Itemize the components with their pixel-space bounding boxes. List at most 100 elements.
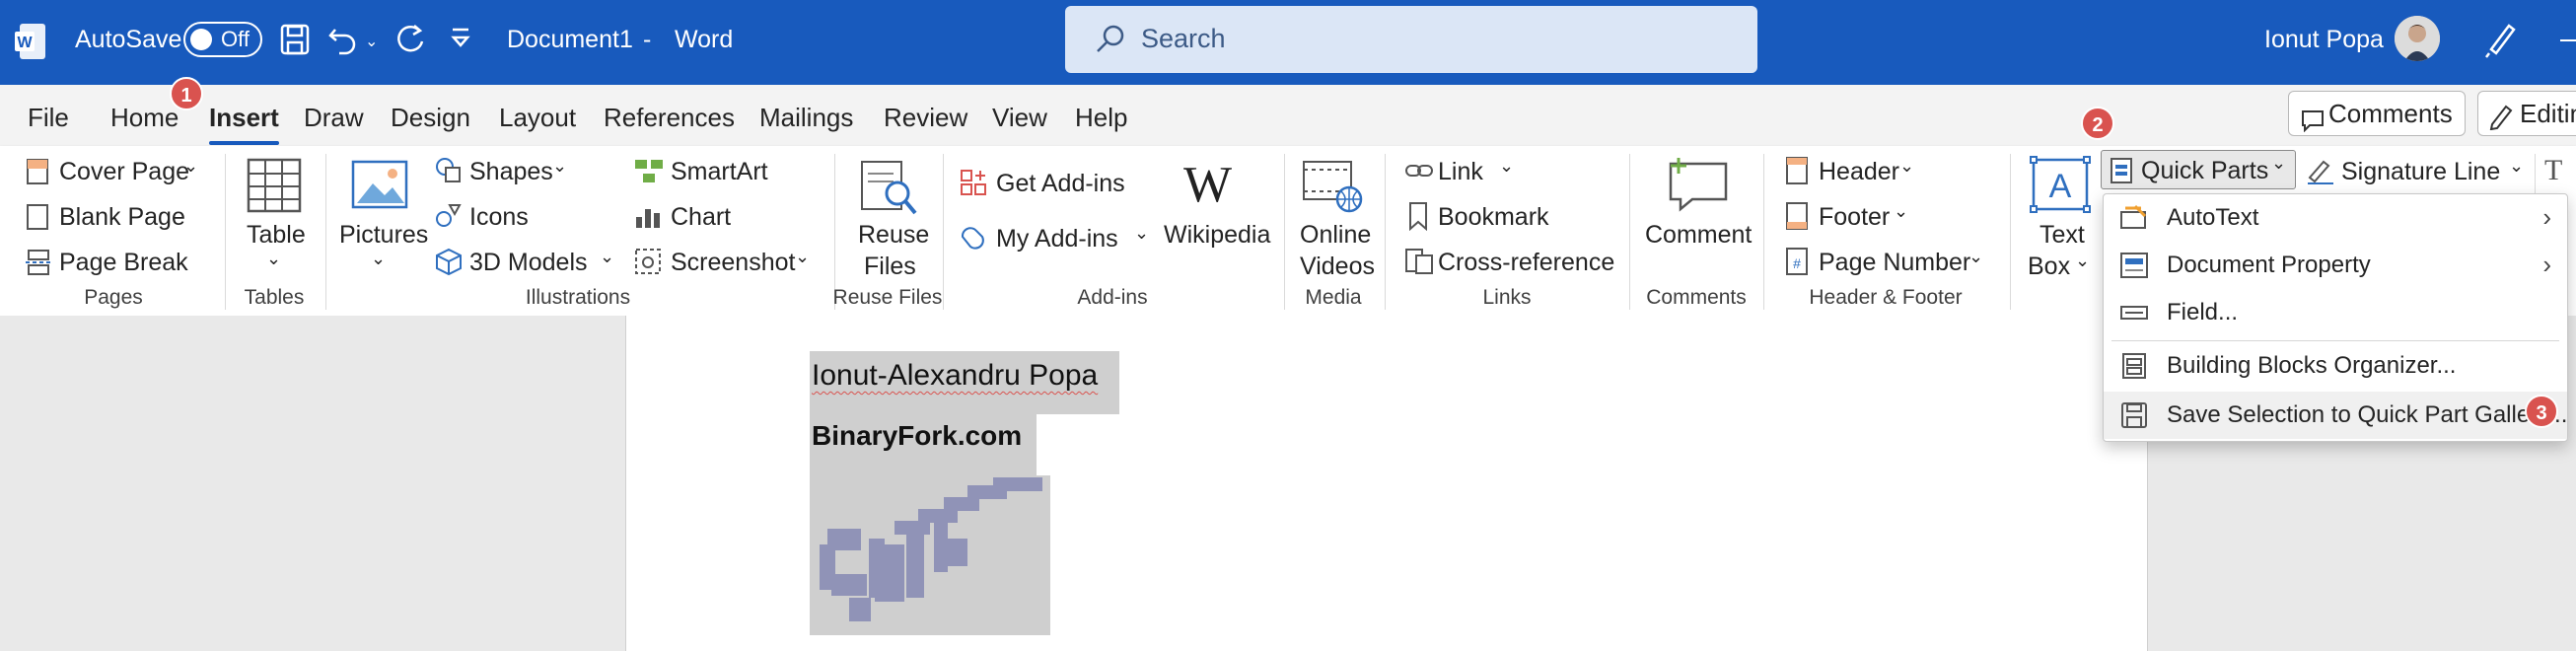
online-videos-button-line1[interactable]: Online xyxy=(1300,221,1371,250)
comments-button[interactable]: Comments xyxy=(2288,91,2466,136)
wikipedia-button[interactable]: Wikipedia xyxy=(1164,221,1270,250)
svg-text:W: W xyxy=(17,35,33,51)
text-box-button-line2[interactable]: Box xyxy=(2028,253,2070,281)
undo-dropdown-chevron-down-icon[interactable]: ⌄ xyxy=(365,32,378,51)
word-logo-icon[interactable]: W xyxy=(14,22,47,61)
group-label-addins: Add-ins xyxy=(1077,286,1148,309)
comment-icon xyxy=(2301,102,2325,145)
signature-line-chevron-down-icon[interactable]: ⌄ xyxy=(2509,156,2524,177)
header-chevron-down-icon[interactable]: ⌄ xyxy=(1899,156,1914,177)
menu-item-field[interactable]: Field... xyxy=(2104,289,2567,336)
group-label-tables: Tables xyxy=(244,286,305,309)
page-number-button[interactable]: Page Number xyxy=(1819,249,1970,277)
table-chevron-down-icon[interactable]: ⌄ xyxy=(266,249,281,269)
group-label-reuse-files: Reuse Files xyxy=(832,286,943,309)
signature-line-button[interactable]: Signature Line xyxy=(2341,158,2500,186)
icons-icon xyxy=(434,201,464,236)
my-addins-chevron-down-icon[interactable]: ⌄ xyxy=(1134,223,1149,244)
signature-image[interactable] xyxy=(810,475,1050,635)
menu-item-save-selection-to-gallery[interactable]: Save Selection to Quick Part Gallery... xyxy=(2104,392,2567,439)
footer-button[interactable]: Footer xyxy=(1819,203,1890,232)
menu-item-label: Document Property xyxy=(2167,252,2371,278)
document-page[interactable]: Ionut-Alexandru Popa BinaryFork.com xyxy=(625,316,2148,651)
group-label-illustrations: Illustrations xyxy=(525,286,631,309)
menu-item-autotext[interactable]: AutoText › xyxy=(2104,194,2567,242)
text-box-chevron-down-icon[interactable]: ⌄ xyxy=(2075,251,2090,271)
table-button[interactable]: Table xyxy=(247,221,306,250)
divider xyxy=(1385,154,1386,310)
link-chevron-down-icon[interactable]: ⌄ xyxy=(1499,156,1514,177)
page-break-icon xyxy=(26,249,51,281)
footer-chevron-down-icon[interactable]: ⌄ xyxy=(1894,201,1908,222)
online-videos-button-line2[interactable]: Videos xyxy=(1300,253,1375,281)
avatar[interactable] xyxy=(2395,16,2440,61)
divider xyxy=(325,154,326,310)
link-button[interactable]: Link xyxy=(1438,158,1483,186)
page-break-button[interactable]: Page Break xyxy=(59,249,188,277)
tab-insert[interactable]: Insert xyxy=(209,103,279,145)
save-icon[interactable] xyxy=(280,24,310,60)
editing-mode-label: Editin xyxy=(2520,99,2576,128)
wordart-icon[interactable]: T xyxy=(2544,154,2562,187)
tab-layout[interactable]: Layout xyxy=(499,103,576,133)
tab-design[interactable]: Design xyxy=(391,103,470,133)
undo-icon[interactable] xyxy=(327,24,361,60)
get-addins-button[interactable]: Get Add-ins xyxy=(996,170,1125,198)
bookmark-button[interactable]: Bookmark xyxy=(1438,203,1549,232)
designer-pen-icon[interactable] xyxy=(2483,20,2519,64)
quick-parts-button[interactable]: Quick Parts ⌄ xyxy=(2101,150,2296,189)
reuse-files-button-line2[interactable]: Files xyxy=(864,253,916,281)
tab-mailings[interactable]: Mailings xyxy=(759,103,853,133)
reuse-files-button-line1[interactable]: Reuse xyxy=(858,221,929,250)
shapes-button[interactable]: Shapes xyxy=(469,158,553,186)
tab-home[interactable]: Home xyxy=(110,103,179,133)
tab-review[interactable]: Review xyxy=(884,103,967,133)
redo-icon[interactable] xyxy=(394,22,428,62)
text-box-button-line1[interactable]: Text xyxy=(2039,221,2085,250)
shapes-chevron-down-icon[interactable]: ⌄ xyxy=(552,156,567,177)
tab-draw[interactable]: Draw xyxy=(304,103,364,133)
customize-qat-icon[interactable] xyxy=(450,26,471,56)
cover-page-chevron-down-icon[interactable]: ⌄ xyxy=(183,156,198,177)
pictures-button[interactable]: Pictures xyxy=(339,221,428,250)
3d-models-button[interactable]: 3D Models xyxy=(469,249,588,277)
autosave-state: Off xyxy=(221,27,250,51)
document-property-icon xyxy=(2119,252,2149,284)
tab-help[interactable]: Help xyxy=(1075,103,1127,133)
cover-page-button[interactable]: Cover Page xyxy=(59,158,189,186)
user-name[interactable]: Ionut Popa xyxy=(2264,26,2384,54)
pictures-chevron-down-icon[interactable]: ⌄ xyxy=(371,249,386,269)
chart-icon xyxy=(633,201,663,236)
comment-button[interactable]: Comment xyxy=(1645,221,1752,250)
divider xyxy=(1629,154,1630,310)
tab-view[interactable]: View xyxy=(992,103,1047,133)
menu-item-document-property[interactable]: Document Property › xyxy=(2104,242,2567,289)
document-website-line[interactable]: BinaryFork.com xyxy=(812,420,1022,452)
minimize-icon[interactable] xyxy=(2560,39,2576,41)
blank-page-button[interactable]: Blank Page xyxy=(59,203,185,232)
pencil-icon xyxy=(2488,100,2514,143)
screenshot-button[interactable]: Screenshot xyxy=(671,249,795,277)
menu-item-label: Building Blocks Organizer... xyxy=(2167,352,2457,379)
my-addins-button[interactable]: My Add-ins xyxy=(996,225,1118,253)
search-placeholder: Search xyxy=(1141,24,1226,53)
autosave-toggle[interactable]: Off xyxy=(183,22,262,57)
icons-button[interactable]: Icons xyxy=(469,203,529,232)
tab-file[interactable]: File xyxy=(28,103,69,133)
menu-item-label: Field... xyxy=(2167,299,2239,326)
menu-item-building-blocks-organizer[interactable]: Building Blocks Organizer... xyxy=(2104,342,2567,390)
chart-button[interactable]: Chart xyxy=(671,203,731,232)
cross-reference-button[interactable]: Cross-reference xyxy=(1438,249,1614,277)
editing-mode-button[interactable]: Editin xyxy=(2477,91,2576,136)
3d-models-chevron-down-icon[interactable]: ⌄ xyxy=(600,247,614,267)
smartart-button[interactable]: SmartArt xyxy=(671,158,768,186)
menu-divider xyxy=(2111,340,2559,341)
document-name-line[interactable]: Ionut-Alexandru Popa xyxy=(812,359,1098,393)
header-button[interactable]: Header xyxy=(1819,158,1899,186)
tab-references[interactable]: References xyxy=(604,103,735,133)
screenshot-chevron-down-icon[interactable]: ⌄ xyxy=(795,247,810,267)
group-label-links: Links xyxy=(1482,286,1532,309)
page-number-chevron-down-icon[interactable]: ⌄ xyxy=(1968,247,1983,267)
group-label-pages: Pages xyxy=(84,286,143,309)
search-box[interactable]: Search xyxy=(1065,6,1757,73)
